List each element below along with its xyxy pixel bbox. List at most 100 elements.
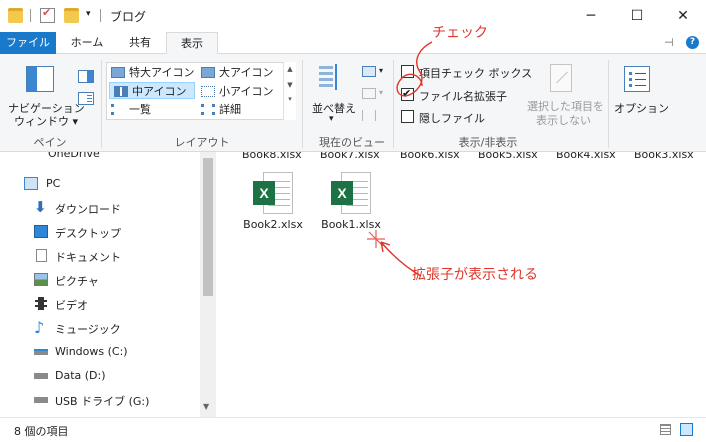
layout-list[interactable]: 一覧 <box>107 101 197 118</box>
pin-ribbon-icon[interactable]: ⊣ <box>664 36 674 49</box>
nav-item-label: ドキュメント <box>55 251 121 264</box>
maximize-button[interactable]: ☐ <box>614 0 660 32</box>
nav-item-usb-drive[interactable]: USB ドライブ (G:) <box>0 388 200 412</box>
tab-file[interactable]: ファイル <box>0 32 56 54</box>
customize-qat-icon[interactable]: ▾ <box>86 9 91 19</box>
group-by-icon[interactable] <box>362 66 376 77</box>
layout-details[interactable]: 詳細 <box>197 101 287 118</box>
item-count: 8 個の項目 <box>14 425 69 438</box>
nav-item-desktop[interactable]: デスクトップ <box>0 220 200 244</box>
tab-view[interactable]: 表示 <box>166 32 218 55</box>
layout-item-label: 小アイコン <box>219 85 274 98</box>
separator <box>101 60 102 148</box>
file-list: Book8.xlsx Book7.xlsx Book6.xlsx Book5.x… <box>216 152 706 417</box>
help-icon[interactable]: ? <box>686 36 699 49</box>
tab-share[interactable]: 共有 <box>116 32 164 54</box>
file-item[interactable]: X Book1.xlsx <box>316 172 386 231</box>
details-view-icon[interactable] <box>660 424 671 435</box>
annotation-circle <box>396 41 433 97</box>
file-label-cut[interactable]: Book7.xlsx <box>320 152 380 161</box>
tab-home[interactable]: ホーム <box>62 32 112 54</box>
large-icons-view-icon[interactable] <box>680 423 693 436</box>
windows-drive-icon <box>34 349 48 355</box>
nav-item-videos[interactable]: ビデオ <box>0 292 200 316</box>
file-label-cut[interactable]: Book8.xlsx <box>242 152 302 161</box>
sort-by-dropdown-icon[interactable]: ▾ <box>329 114 334 124</box>
nav-item-label: ビデオ <box>55 299 88 312</box>
layout-small-icons[interactable]: 小アイコン <box>197 83 287 100</box>
usb-drive-icon <box>34 397 48 403</box>
status-bar: 8 個の項目 <box>0 417 706 442</box>
small-icons-icon <box>201 86 215 97</box>
nav-item-documents[interactable]: ドキュメント <box>0 244 200 268</box>
separator <box>302 60 303 148</box>
details-icon <box>201 104 215 115</box>
excel-file-icon: X <box>253 172 293 214</box>
download-icon: ⬇ <box>34 198 47 216</box>
file-label-cut[interactable]: Book4.xlsx <box>556 152 616 161</box>
layout-item-label: 大アイコン <box>219 66 274 79</box>
chevron-up-icon[interactable]: ▲ <box>284 65 296 73</box>
properties-icon[interactable]: ✔ <box>40 6 55 23</box>
pc-icon <box>24 177 38 190</box>
layout-gallery: 特大アイコン 大アイコン 中アイコン 小アイコン 一覧 詳細 <box>106 62 296 120</box>
hidden-items-checkbox[interactable] <box>401 110 414 123</box>
nav-item-pc[interactable]: PC <box>0 172 200 196</box>
nav-item-onedrive[interactable]: OneDrive <box>0 152 200 166</box>
layout-group-label: レイアウト <box>174 136 230 149</box>
layout-large-icons[interactable]: 大アイコン <box>197 64 287 81</box>
file-item[interactable]: X Book2.xlsx <box>238 172 308 231</box>
nav-item-label: USB ドライブ (G:) <box>55 395 150 408</box>
separator <box>30 9 31 22</box>
annotation-extension-shown: 拡張子が表示される <box>412 267 538 283</box>
file-label-cut[interactable]: Book3.xlsx <box>634 152 694 161</box>
pane-group-label: ペイン <box>33 136 67 149</box>
title-bar: ✔ ▾ ブログ ─ ☐ ✕ <box>0 0 706 32</box>
separator <box>608 60 609 148</box>
options-button[interactable]: オプション <box>614 100 669 116</box>
layout-item-label: 特大アイコン <box>129 66 195 79</box>
nav-item-music[interactable]: ♪ ミュージック <box>0 316 200 340</box>
chevron-down-icon[interactable]: ▼ <box>203 402 209 411</box>
nav-item-pictures[interactable]: ピクチャ <box>0 268 200 292</box>
layout-gallery-scroll[interactable]: ▲ ▼ ▾ <box>283 62 296 120</box>
preview-pane-icon[interactable] <box>78 70 94 83</box>
nav-item-label: デスクトップ <box>55 227 121 240</box>
documents-icon <box>36 249 47 262</box>
videos-icon <box>35 297 47 310</box>
new-folder-icon[interactable] <box>64 8 79 23</box>
ribbon: ナビゲーション ウィンドウ ▾ ペイン 特大アイコン 大アイコン 中アイコン 小… <box>0 54 706 152</box>
excel-file-icon: X <box>331 172 371 214</box>
nav-item-label: ダウンロード <box>55 203 121 216</box>
details-pane-icon[interactable] <box>78 92 94 105</box>
annotation-check: チェック <box>432 25 488 41</box>
large-icons-icon <box>201 67 215 78</box>
nav-scrollbar[interactable]: ▼ <box>200 152 216 417</box>
nav-item-drive-d[interactable]: Data (D:) <box>0 364 200 388</box>
file-label-cut[interactable]: Book5.xlsx <box>478 152 538 161</box>
hide-selected-items-icon <box>550 64 572 92</box>
desktop-icon <box>34 225 48 238</box>
ribbon-tabs: ファイル ホーム 共有 表示 ⊣ ? <box>0 32 706 55</box>
file-label-cut[interactable]: Book6.xlsx <box>400 152 460 161</box>
sort-by-icon[interactable] <box>319 64 341 90</box>
sort-by-button[interactable]: 並べ替え <box>312 100 356 116</box>
nav-item-downloads[interactable]: ⬇ ダウンロード <box>0 196 200 220</box>
close-button[interactable]: ✕ <box>660 0 706 32</box>
nav-item-label: ピクチャ <box>55 275 99 288</box>
layout-medium-icons[interactable]: 中アイコン <box>109 82 195 99</box>
extra-large-icons-icon <box>111 67 125 78</box>
window-title: ブログ <box>110 10 147 24</box>
navigation-pane-dropdown[interactable]: ウィンドウ ▾ <box>14 113 78 129</box>
nav-item-drive-c[interactable]: Windows (C:) <box>0 340 200 364</box>
hidden-items-label[interactable]: 隠しファイル <box>419 110 485 126</box>
group-by-dropdown-icon[interactable]: ▾ <box>379 66 383 75</box>
expand-gallery-icon[interactable]: ▾ <box>284 95 296 103</box>
navigation-pane-icon[interactable] <box>26 66 54 92</box>
medium-icons-icon <box>114 86 128 97</box>
minimize-button[interactable]: ─ <box>568 0 614 32</box>
layout-extra-large-icons[interactable]: 特大アイコン <box>107 64 197 81</box>
options-icon[interactable] <box>624 66 650 92</box>
chevron-down-icon[interactable]: ▼ <box>284 81 296 89</box>
nav-scrollbar-thumb[interactable] <box>203 158 213 296</box>
